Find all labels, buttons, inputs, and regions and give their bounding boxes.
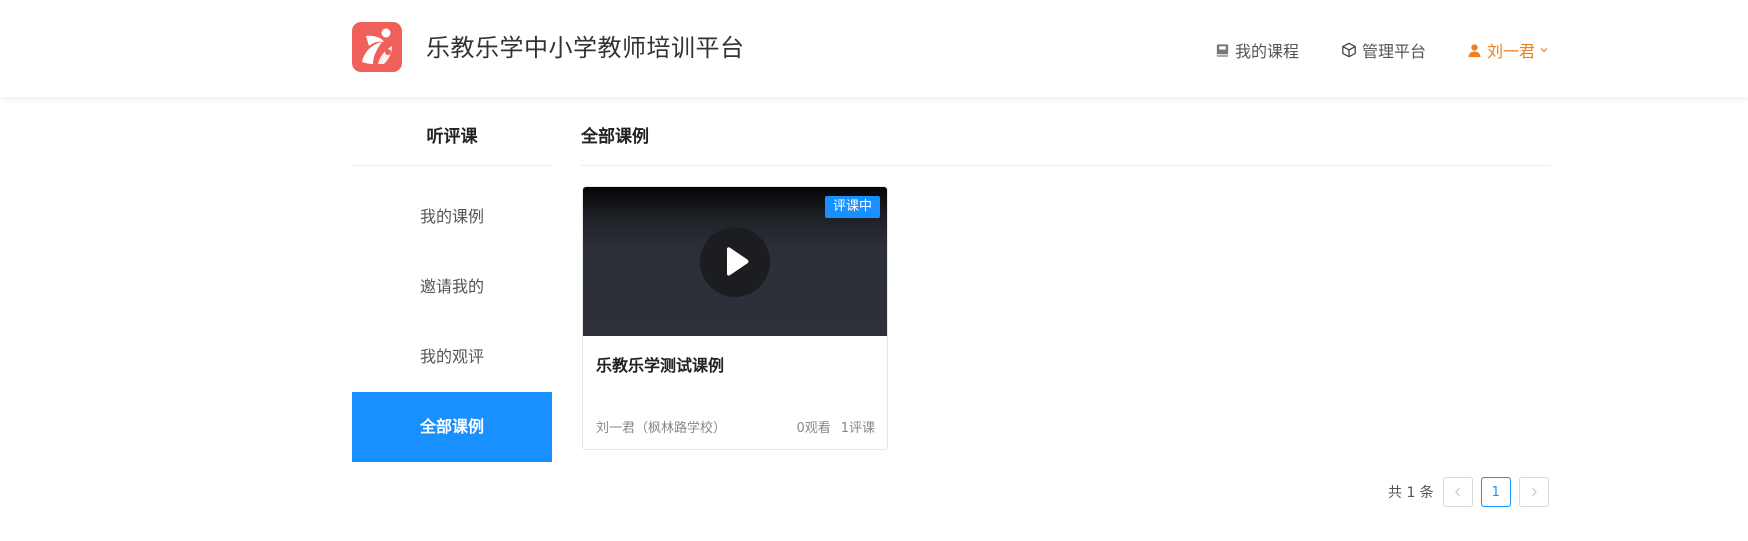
card-title[interactable]: 乐教乐学测试课例 [596,352,724,376]
prev-page-button[interactable] [1442,477,1473,507]
sidebar-item-invited[interactable]: 邀请我的 [352,252,552,322]
nav-admin-platform-label: 管理平台 [1362,42,1427,61]
page-title: 全部课例 [581,97,1551,166]
sidebar: 听评课 我的课例 邀请我的 我的观评 全部课例 [352,97,552,462]
next-page-button[interactable] [1518,477,1549,507]
book-icon [1216,43,1229,57]
top-header: 乐教乐学中小学教师培训平台 我的课程 管理平台 刘一君 [0,0,1748,97]
cube-icon [1342,42,1356,58]
app-logo[interactable] [352,22,402,72]
sidebar-item-all-cases[interactable]: 全部课例 [352,392,552,462]
chevron-left-icon [1455,487,1460,497]
nav-admin-platform[interactable]: 管理平台 [1341,38,1426,62]
chevron-right-icon [1531,487,1537,497]
logo-icon [362,28,392,64]
user-icon [1468,43,1481,57]
video-thumbnail[interactable]: 评课中 [583,187,887,336]
view-count: 0观看 [796,421,831,436]
nav-my-courses[interactable]: 我的课程 [1215,38,1299,62]
review-count: 1评课 [840,421,875,436]
course-case-card[interactable]: 评课中 乐教乐学测试课例 刘一君（枫林路学校） 0观看 1评课 [582,186,888,450]
chevron-down-icon [1540,48,1548,53]
sidebar-item-my-reviews[interactable]: 我的观评 [352,322,552,392]
status-badge: 评课中 [824,196,880,218]
total-count: 共 1 条 [1388,485,1434,501]
page-number-button[interactable]: 1 [1480,477,1511,507]
main-content: 全部课例 评课中 乐教乐学测试课例 刘一君（枫林路学校） 0观看 1评课 [581,97,1551,450]
user-menu[interactable]: 刘一君 [1467,38,1549,62]
nav-my-courses-label: 我的课程 [1235,42,1300,61]
play-button[interactable] [700,227,770,297]
user-name: 刘一君 [1487,42,1536,61]
site-title: 乐教乐学中小学教师培训平台 [426,34,745,62]
card-author: 刘一君（枫林路学校） [596,421,727,436]
pagination: 共 1 条 1 [1388,476,1549,508]
card-stats: 0观看 1评课 [796,417,875,436]
sidebar-item-my-cases[interactable]: 我的课例 [352,182,552,252]
play-icon [727,247,749,276]
sidebar-title: 听评课 [352,97,552,166]
